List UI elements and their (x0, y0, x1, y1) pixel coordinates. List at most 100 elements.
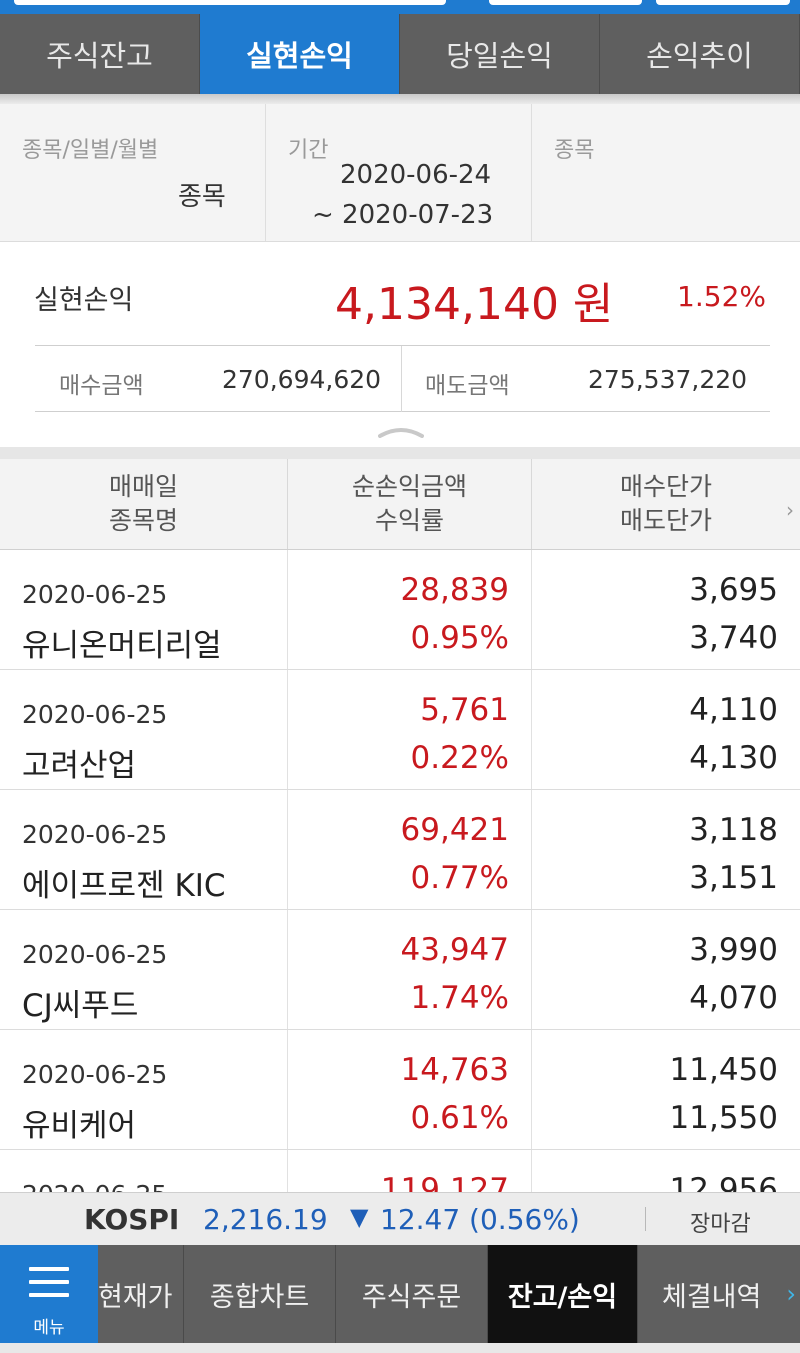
filter-period-end: ~ 2020-07-23 (312, 200, 494, 230)
cell-date-name: 2020-06-25 에이프로젠 KIC (0, 790, 288, 909)
trade-date: 2020-06-25 (22, 700, 168, 729)
return-rate: 0.77% (410, 860, 509, 896)
pl-table-body: 2020-06-25 유니온머티리얼 28,839 0.95% 3,695 3,… (0, 550, 800, 1192)
table-header: 매매일 종목명 순손익금액 수익률 매수단가 매도단가 › (0, 459, 800, 550)
cell-pl: 5,761 0.22% (288, 670, 532, 789)
sell-price: 11,550 (669, 1100, 778, 1136)
sell-price: 3,740 (689, 620, 778, 656)
filter-period-start: 2020-06-24 (340, 160, 492, 190)
filter-period-label: 기간 (288, 138, 329, 163)
trade-date: 2020-06-25 (22, 1060, 168, 1089)
return-rate: 0.22% (410, 740, 509, 776)
buy-price: 3,990 (689, 932, 778, 968)
filter-type-label: 종목/일별/월별 (22, 138, 159, 163)
index-name: KOSPI (84, 1203, 180, 1236)
menu-icon (29, 1267, 69, 1306)
nav-executions[interactable]: 체결내역 (638, 1245, 800, 1343)
table-row[interactable]: 2020-06-25 119,127 12,956 (0, 1150, 800, 1192)
net-pl: 43,947 (400, 932, 509, 968)
menu-label: 메뉴 (33, 1318, 65, 1338)
main-tabs: 주식잔고 실현손익 당일손익 손익추이 (0, 14, 800, 94)
index-ticker[interactable]: KOSPI 2,216.19 ▼ 12.47 (0.56%) 장마감 (0, 1192, 800, 1245)
top-search-field-edge[interactable] (14, 0, 446, 5)
filter-period-selector[interactable]: 기간 2020-06-24 ~ 2020-07-23 (266, 104, 532, 241)
table-row[interactable]: 2020-06-25 CJ씨푸드 43,947 1.74% 3,990 4,07… (0, 910, 800, 1030)
cell-date-name: 2020-06-25 유비케어 (0, 1030, 288, 1149)
net-pl: 5,761 (420, 692, 509, 728)
trade-date: 2020-06-25 (22, 820, 168, 849)
nav-current-price[interactable]: 현재가 (98, 1245, 184, 1343)
summary-percent: 1.52% (677, 280, 766, 313)
nav-order[interactable]: 주식주문 (336, 1245, 488, 1343)
stock-name: 에이프로젠 KIC (22, 868, 226, 904)
buy-price: 4,110 (689, 692, 778, 728)
header-return-rate: 수익률 (374, 506, 444, 535)
header-trade-date: 매매일 (108, 472, 178, 501)
filter-bar: 종목/일별/월별 종목 기간 2020-06-24 ~ 2020-07-23 종… (0, 104, 800, 242)
summary-trade-amounts: 매수금액 270,694,620 매도금액 275,537,220 (35, 345, 770, 412)
table-row[interactable]: 2020-06-25 유니온머티리얼 28,839 0.95% 3,695 3,… (0, 550, 800, 670)
buy-amount-label: 매수금액 (59, 373, 144, 399)
cell-prices: 3,990 4,070 (532, 910, 800, 1029)
section-separator (0, 447, 800, 459)
tab-stock-balance[interactable]: 주식잔고 (0, 14, 200, 94)
sell-price: 4,070 (689, 980, 778, 1016)
tab-daily-pl[interactable]: 당일손익 (400, 14, 600, 94)
table-row[interactable]: 2020-06-25 유비케어 14,763 0.61% 11,450 11,5… (0, 1030, 800, 1150)
header-buy-price: 매수단가 (619, 472, 712, 501)
sell-price: 4,130 (689, 740, 778, 776)
header-pl[interactable]: 순손익금액 수익률 (288, 459, 532, 549)
net-pl: 119,127 (380, 1172, 509, 1192)
net-pl: 28,839 (400, 572, 509, 608)
cell-pl: 28,839 0.95% (288, 550, 532, 669)
tab-realized-pl[interactable]: 실현손익 (200, 14, 400, 94)
stock-name: 유비케어 (22, 1108, 137, 1144)
cell-prices: 12,956 (532, 1150, 800, 1192)
filter-type-value: 종목 (178, 182, 226, 212)
sell-amount-value: 275,537,220 (588, 365, 748, 394)
bottom-edge (0, 1343, 800, 1353)
cell-prices: 4,110 4,130 (532, 670, 800, 789)
cell-date-name: 2020-06-25 유니온머티리얼 (0, 550, 288, 669)
cell-prices: 3,118 3,151 (532, 790, 800, 909)
filter-stock-label: 종목 (554, 138, 595, 163)
top-button-edge-2[interactable] (656, 0, 790, 5)
filter-type-selector[interactable]: 종목/일별/월별 종목 (0, 104, 266, 241)
cell-pl: 14,763 0.61% (288, 1030, 532, 1149)
top-app-bar-edge (0, 0, 800, 14)
nav-chart[interactable]: 종합차트 (184, 1245, 336, 1343)
chevron-right-icon[interactable]: › (786, 493, 794, 527)
header-sell-price: 매도단가 (619, 506, 712, 535)
menu-button[interactable]: 메뉴 (0, 1245, 98, 1343)
stock-name: CJ씨푸드 (22, 988, 139, 1024)
filter-stock-selector[interactable]: 종목 (532, 104, 800, 241)
table-row[interactable]: 2020-06-25 에이프로젠 KIC 69,421 0.77% 3,118 … (0, 790, 800, 910)
tab-pl-trend[interactable]: 손익추이 (600, 14, 800, 94)
tabs-shadow (0, 94, 800, 104)
index-value: 2,216.19 (203, 1203, 328, 1236)
collapse-handle-icon[interactable] (378, 424, 424, 438)
header-stock-name: 종목명 (108, 506, 178, 535)
cell-date-name: 2020-06-25 CJ씨푸드 (0, 910, 288, 1029)
summary-divider (401, 346, 402, 412)
index-change: 12.47 (0.56%) (380, 1203, 580, 1236)
net-pl: 14,763 (400, 1052, 509, 1088)
header-date-name[interactable]: 매매일 종목명 (0, 459, 288, 549)
return-rate: 0.61% (410, 1100, 509, 1136)
sell-amount-label: 매도금액 (425, 373, 510, 399)
down-triangle-icon: ▼ (350, 1203, 369, 1231)
bottom-nav: 메뉴 현재가 종합차트 주식주문 잔고/손익 체결내역 (0, 1245, 800, 1343)
chevron-right-icon[interactable]: › (786, 1280, 796, 1308)
buy-price: 12,956 (669, 1172, 778, 1192)
buy-price: 3,118 (689, 812, 778, 848)
trade-date: 2020-06-25 (22, 940, 168, 969)
table-row[interactable]: 2020-06-25 고려산업 5,761 0.22% 4,110 4,130 (0, 670, 800, 790)
cell-pl: 69,421 0.77% (288, 790, 532, 909)
market-status: 장마감 (690, 1212, 751, 1237)
cell-pl: 119,127 (288, 1150, 532, 1192)
header-prices[interactable]: 매수단가 매도단가 › (532, 459, 800, 549)
nav-balance-pl[interactable]: 잔고/손익 (488, 1245, 638, 1343)
stock-name: 유니온머티리얼 (22, 628, 222, 664)
buy-price: 11,450 (669, 1052, 778, 1088)
top-button-edge-1[interactable] (489, 0, 642, 5)
